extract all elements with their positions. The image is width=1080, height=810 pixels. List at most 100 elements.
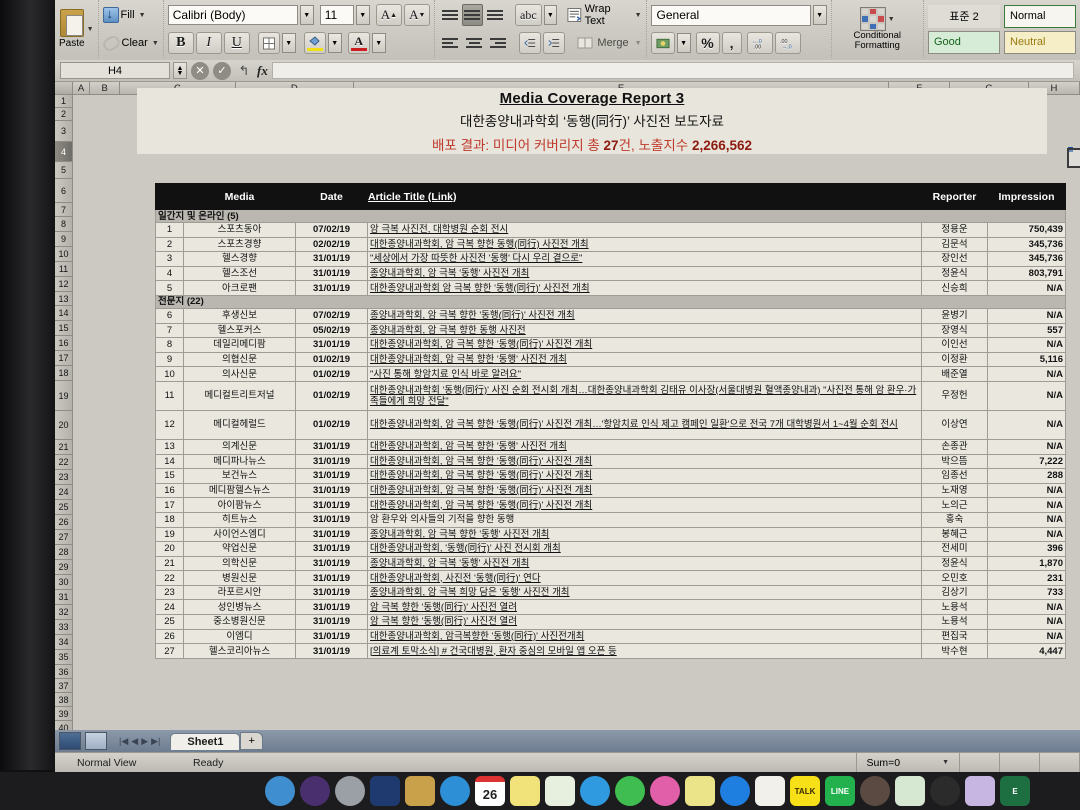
rocket-icon[interactable] [335,776,365,806]
cell-article-title[interactable]: 종양내과학회, 암 극복 향한 '동행(同行)' 사진전 개최 [367,307,922,324]
messages-icon[interactable] [580,776,610,806]
borders-icon[interactable] [257,32,280,54]
fill-icon[interactable] [102,6,119,23]
cell-article-title[interactable]: 대한종양내과학회, 암 극복 향한 '동행(同行)' 사진전 개최 [367,482,922,499]
font-name-input[interactable]: Calibri (Body) [167,5,298,25]
table-row[interactable]: 12 메디컬헤럴드 01/02/19 대한종양내과학회, 암 극복 향한 '동행(同行… [155,409,1066,440]
row-header-8[interactable]: 8 [55,217,72,232]
row-header-17[interactable]: 17 [55,351,72,366]
font-color-chevron-down-icon[interactable]: ▼ [371,33,386,53]
notes-icon[interactable] [510,776,540,806]
table-row[interactable]: 24 성인병뉴스 31/01/19 암 극복 향한 '동행(同行)' 사진전 열려 노용… [155,599,1066,616]
row-header-18[interactable]: 18 [55,366,72,381]
row-header-6[interactable]: 6 [55,179,72,203]
cell-article-title[interactable]: "사진 통해 항암치료 인식 바로 알려요" [367,366,922,382]
row-header-13[interactable]: 13 [55,292,72,306]
calendar-icon[interactable]: 26 [475,776,505,806]
row-header-23[interactable]: 23 [55,470,72,485]
launchpad-icon[interactable] [300,776,330,806]
select-all-corner[interactable] [55,82,73,94]
row-header-4[interactable]: 4 [55,142,72,162]
cell-article-title[interactable]: 대한종양내과학회, 암 극복 향한 '동행(同行)' 사진전 개최…'항암치료 … [367,409,922,440]
row-header-22[interactable]: 22 [55,455,72,470]
selected-cell-h4[interactable] [1067,148,1080,168]
normal-view-button[interactable] [59,732,81,750]
row-header-9[interactable]: 9 [55,232,72,247]
sheet-navigation-arrows[interactable]: |◀ ◀ ▶ ▶| [119,736,160,747]
row-header-19[interactable]: 19 [55,381,72,411]
row-header-11[interactable]: 11 [55,262,72,277]
table-row[interactable]: 3 헬스경향 31/01/19 "세상에서 가장 따뜻한 사진전 '동행' 다시 우리… [155,251,1066,267]
row-header-28[interactable]: 28 [55,545,72,560]
borders-chevron-down-icon[interactable]: ▼ [281,33,296,53]
cell-article-title[interactable]: 암 환우와 의사들의 기적을 향한 동행 [367,511,922,528]
table-row[interactable]: 16 메디팜헬스뉴스 31/01/19 대한종양내과학회, 암 극복 향한 '동행(同… [155,482,1066,499]
finder-icon[interactable] [265,776,295,806]
cell-style-pyojun2[interactable]: 표준 2 [928,4,1000,28]
table-row[interactable]: 17 아이팜뉴스 31/01/19 대한종양내과학회, 암 극복 향한 '동행(同行)… [155,497,1066,513]
name-box[interactable]: H4 [60,62,170,79]
cell-article-title[interactable]: 대한종양내과학회 '동행(同行)' 사진 순회 전시회 개최…대한종양내과학회 … [367,380,922,411]
app-store-icon[interactable] [720,776,750,806]
pages-icon[interactable] [755,776,785,806]
currency-icon[interactable] [650,32,675,54]
cell-article-title[interactable]: "세상에서 가장 따뜻한 사진전 '동행' 다시 우리 곁으로" [367,251,922,267]
table-row[interactable]: 21 의학신문 31/01/19 종양내과학회, 암 극복 '동행' 사진전 개최 정윤… [155,555,1066,572]
cell-article-title[interactable]: 대한종양내과학회, 암 극복 향한 동행(同行) 사진전 개최 [367,236,922,253]
row-header-32[interactable]: 32 [55,605,72,620]
orientation-button[interactable]: abc [515,4,542,26]
table-row[interactable]: 5 아크로팬 31/01/19 대한종양내과학회 암 극복 향한 '동행(同行)' 사… [155,280,1066,296]
row-header-12[interactable]: 12 [55,277,72,292]
cell-style-neutral[interactable]: Neutral [1004,30,1076,54]
table-row[interactable]: 20 약업신문 31/01/19 대한종양내과학회, '동행(同行)' 사진 전시회 … [155,541,1066,557]
table-row[interactable]: 15 보건뉴스 31/01/19 대한종양내과학회, 암 극복 향한 '동행(同行)'… [155,468,1066,484]
compass-icon[interactable] [930,776,960,806]
number-format-select[interactable]: General [650,4,811,26]
cell-article-title[interactable]: [의료계 토막소식] # 건국대병원, 환자 중심의 모바일 앱 오픈 등 [367,643,922,659]
cell-article-title[interactable]: 대한종양내과학회, 암 극복 향한 '동행(同行)' 사진전 개최 [367,497,922,513]
row-header-31[interactable]: 31 [55,590,72,605]
line-icon[interactable]: LINE [825,776,855,806]
row-header-34[interactable]: 34 [55,635,72,650]
excel-icon[interactable]: E [1000,776,1030,806]
font-name-chevron-down-icon[interactable]: ▼ [299,5,314,25]
number-format-chevron-down-icon[interactable]: ▼ [812,5,827,25]
row-header-3[interactable]: 3 [55,121,72,142]
formula-input[interactable] [271,62,1074,79]
fill-color-chevron-down-icon[interactable]: ▼ [327,33,342,53]
cell-article-title[interactable]: 암 극복 향한 '동행(同行)' 사진전 열려 [367,599,922,616]
phone-icon[interactable] [615,776,645,806]
decrease-decimal-button[interactable]: .00 →.0 [774,32,801,54]
row-header-36[interactable]: 36 [55,665,72,679]
align-top-button[interactable] [439,4,460,26]
row-header-35[interactable]: 35 [55,650,72,665]
cell-article-title[interactable]: 종양내과학회, 암 극복 향한 동행 사진전 [367,322,922,339]
cell-article-title[interactable]: 대한종양내과학회, 암 극복 향한 '동행(同行)' 사진전 개최 [367,337,922,353]
cell-article-title[interactable]: 종양내과학회, 암 극복 '동행' 사진전 개최 [367,265,922,282]
font-size-chevron-down-icon[interactable]: ▼ [355,5,370,25]
kakaotalk-icon[interactable]: TALK [790,776,820,806]
chrome-icon[interactable] [860,776,890,806]
add-sheet-button[interactable]: + [240,732,263,750]
column-header-B[interactable]: B [90,82,120,94]
last-sheet-icon[interactable]: ▶| [151,736,160,747]
next-sheet-icon[interactable]: ▶ [141,736,148,747]
spotify-icon[interactable] [895,776,925,806]
table-row[interactable]: 11 메디컬트리트저널 01/02/19 대한종양내과학회 '동행(同行)' 사진 순… [155,380,1066,411]
cell-article-title[interactable]: 대한종양내과학회, 암 극복 향한 '동행(同行)' 사진전 개최 [367,453,922,470]
row-header-5[interactable]: 5 [55,162,72,179]
table-row[interactable]: 1 스포츠동아 07/02/19 암 극복 사진전, 대학병원 순회 전시 정용운 750… [155,222,1066,238]
conditional-formatting-icon[interactable] [859,7,886,31]
cell-article-title[interactable]: 암 극복 향한 '동행(同行)' 사진전 열려 [367,614,922,630]
safari-icon[interactable] [440,776,470,806]
folder-icon[interactable] [405,776,435,806]
table-row[interactable]: 22 병원신문 31/01/19 대한종양내과학회, 사진전 '동행(同行)' 연다 오… [155,570,1066,586]
undo-arrow-icon[interactable]: ↰ [235,62,253,80]
orientation-chevron-down-icon[interactable]: ▼ [543,5,557,25]
increase-decimal-button[interactable]: ←.0.00 [746,32,773,54]
align-middle-button[interactable] [461,4,483,26]
cell-article-title[interactable]: 대한종양내과학회, 암 극복 향한 '동행' 사진전 개최 [367,438,922,455]
conditional-formatting-label[interactable]: Conditional Formatting [836,31,919,51]
cell-article-title[interactable]: 종양내과학회, 암 극복 향한 '동행' 사진전 개최 [367,526,922,543]
row-header-24[interactable]: 24 [55,485,72,500]
